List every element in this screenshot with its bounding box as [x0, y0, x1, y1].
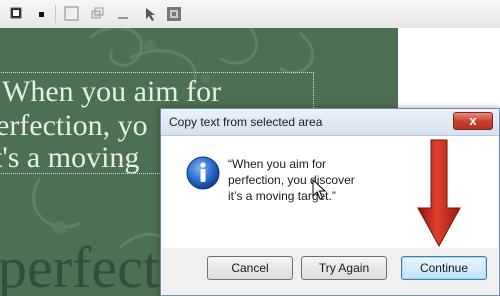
- small-square-icon[interactable]: [34, 6, 50, 22]
- quote-line-2: erfection, yo: [0, 109, 148, 142]
- black-square-icon[interactable]: [10, 6, 26, 22]
- close-button[interactable]: x: [453, 112, 493, 130]
- mouse-cursor-icon: [312, 179, 326, 200]
- toolbar: [0, 0, 500, 29]
- red-arrow-down-icon: [417, 139, 461, 248]
- copy-text-dialog: Copy text from selected area x “When you…: [160, 108, 500, 296]
- dialog-titlebar[interactable]: Copy text from selected area x: [161, 109, 499, 136]
- quote-line-3: t's a moving: [0, 141, 140, 174]
- window-icon[interactable]: [64, 6, 80, 22]
- dialog-content: “When you aim for perfection, you discov…: [162, 136, 498, 248]
- minimize-icon[interactable]: [116, 6, 132, 22]
- quote-line-1: When you aim for: [2, 75, 222, 108]
- restore-icon[interactable]: [90, 6, 106, 22]
- cancel-button[interactable]: Cancel: [207, 256, 293, 280]
- close-icon: x: [469, 113, 477, 128]
- continue-button[interactable]: Continue: [401, 256, 487, 280]
- pointer-icon[interactable]: [144, 6, 160, 22]
- info-icon: [186, 156, 220, 190]
- dialog-title: Copy text from selected area: [169, 115, 323, 129]
- try-again-button[interactable]: Try Again: [301, 256, 387, 280]
- frame-icon[interactable]: [166, 6, 182, 22]
